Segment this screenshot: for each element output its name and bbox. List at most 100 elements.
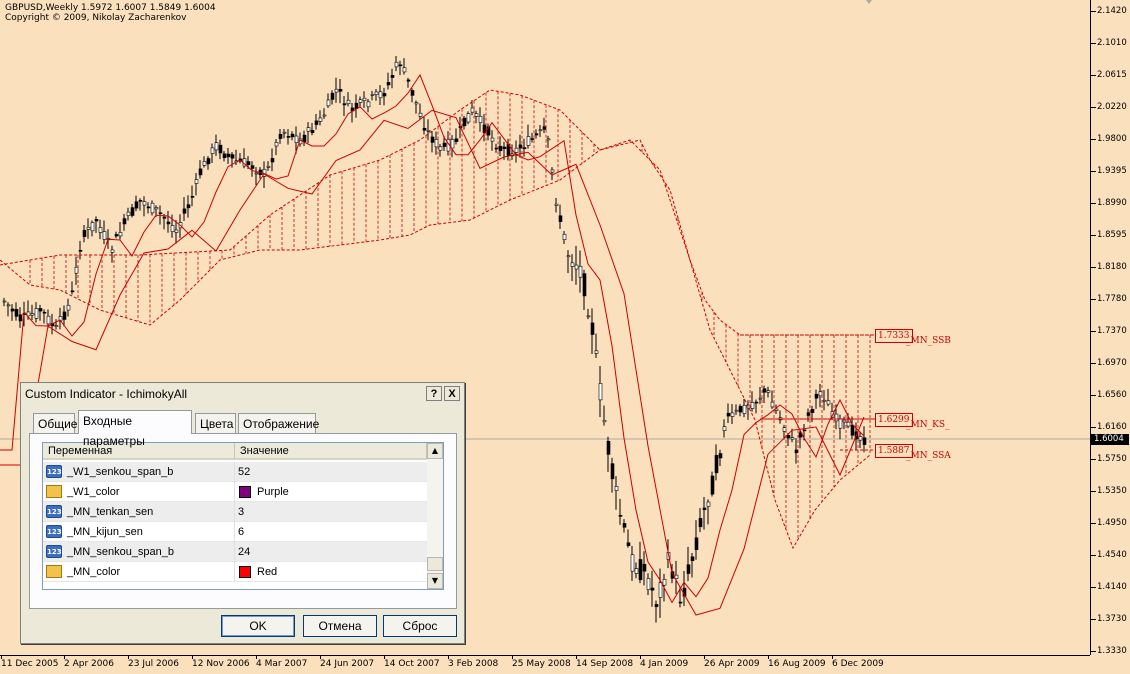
candle-body	[522, 147, 527, 149]
candle-body	[186, 204, 191, 209]
price-tick	[1091, 203, 1096, 204]
time-axis[interactable]: 11 Dec 2005 2 Apr 2006 23 Jul 2006 12 Nov 2…	[0, 655, 1090, 674]
time-tick-label: 16 Aug 2009	[768, 659, 826, 669]
candle-body	[34, 308, 39, 319]
candle-body	[42, 311, 47, 314]
candle-body	[714, 455, 719, 474]
candle-body	[770, 401, 775, 408]
reset-button[interactable]: Сброс	[383, 615, 457, 637]
candle-body	[762, 388, 767, 393]
candle-body	[10, 308, 15, 312]
tab-general[interactable]: Общие	[33, 413, 77, 433]
ok-button[interactable]: OK	[221, 615, 295, 637]
candle-body	[2, 300, 7, 303]
candle-body	[530, 138, 535, 140]
parameter-row[interactable]: _W1_color Purple	[43, 482, 427, 502]
price-tick	[1091, 395, 1096, 396]
candle-body	[686, 564, 691, 574]
cancel-button[interactable]: Отмена	[303, 615, 377, 637]
candle-body	[398, 64, 403, 67]
tab-input-parameters[interactable]: Входные параметры	[78, 410, 192, 448]
parameter-row[interactable]: 123 _MN_tenkan_sen 3	[43, 502, 427, 522]
time-tick-label: 2 Apr 2006	[64, 659, 114, 669]
candle-body	[38, 308, 43, 312]
candle-body	[826, 400, 831, 405]
parameter-row[interactable]: 123 _W1_senkou_span_b 52	[43, 462, 427, 482]
price-tick-label: 1.4140	[1097, 582, 1127, 592]
parameter-value[interactable]: 6	[238, 522, 244, 542]
color-swatch[interactable]	[239, 566, 251, 578]
candle-body	[606, 440, 611, 455]
candle-body	[842, 419, 847, 423]
candle-body	[402, 67, 407, 73]
candle-body	[694, 537, 699, 550]
candle-body	[302, 134, 307, 142]
candle-body	[114, 234, 119, 237]
candle-body	[602, 420, 607, 423]
parameter-name: _W1_color	[67, 486, 120, 498]
candle-body	[386, 82, 391, 86]
price-tick-label: 1.5350	[1097, 486, 1127, 496]
candle-body	[154, 207, 159, 210]
candle-body	[554, 203, 559, 206]
time-tick-label: 24 Jun 2007	[320, 659, 375, 669]
candle-body	[634, 568, 639, 574]
scroll-thumb[interactable]	[427, 557, 443, 571]
parameter-value[interactable]: Purple	[257, 482, 289, 502]
candle-body	[222, 153, 227, 159]
tab-colors[interactable]: Цвета	[195, 413, 236, 433]
parameter-value[interactable]: Red	[257, 562, 277, 582]
parameter-value[interactable]: 52	[238, 462, 250, 482]
candle-body	[78, 250, 83, 252]
scroll-marker-icon	[866, 0, 872, 4]
candle-body	[478, 116, 483, 124]
candle-body	[138, 200, 143, 202]
candle-body	[194, 179, 199, 184]
dialog-title[interactable]: Custom Indicator - IchimokyAll	[21, 383, 464, 405]
close-button[interactable]: X	[444, 386, 460, 401]
color-swatch[interactable]	[239, 486, 251, 498]
candle-body	[438, 146, 443, 151]
candle-body	[310, 130, 315, 134]
grid-scrollbar[interactable]: ▲ ▼	[427, 443, 443, 589]
candle-body	[162, 216, 167, 219]
price-tick	[1091, 651, 1096, 652]
candle-body	[270, 158, 275, 163]
parameter-row[interactable]: _MN_color Red	[43, 562, 427, 582]
color-param-icon	[46, 565, 62, 578]
candle-body	[614, 486, 619, 491]
tab-display[interactable]: Отображение	[238, 413, 319, 433]
candle-body	[374, 91, 379, 95]
numeric-param-icon: 123	[46, 505, 62, 518]
price-tick	[1091, 619, 1096, 620]
candle-body	[46, 315, 51, 325]
candle-body	[426, 129, 431, 132]
candle-body	[142, 201, 147, 206]
candle-body	[542, 126, 547, 130]
help-button[interactable]: ?	[426, 386, 442, 401]
column-divider	[234, 482, 235, 502]
candle-body	[578, 266, 583, 278]
parameter-value[interactable]: 3	[238, 502, 244, 522]
candle-body	[246, 161, 251, 165]
price-axis[interactable]: 2.1420 2.1010 2.0615 2.0220 1.9800 1.9395 1.89…	[1090, 0, 1130, 656]
price-tick	[1091, 139, 1096, 140]
candle-body	[618, 515, 623, 517]
candle-body	[538, 129, 543, 132]
parameter-row[interactable]: 123 _MN_kijun_sen 6	[43, 522, 427, 542]
candle-body	[130, 207, 135, 216]
scroll-down-icon[interactable]: ▼	[427, 573, 443, 589]
column-header-value[interactable]: Значение	[235, 443, 427, 460]
price-tick	[1091, 331, 1096, 332]
candle-body	[86, 226, 91, 230]
price-tick-label: 1.6160	[1097, 422, 1127, 432]
candle-body	[738, 406, 743, 413]
scroll-up-icon[interactable]: ▲	[427, 443, 443, 459]
numeric-param-icon: 123	[46, 545, 62, 558]
candle-body	[818, 391, 823, 397]
candle-body	[722, 426, 727, 431]
parameter-row[interactable]: 123 _MN_senkou_span_b 24	[43, 542, 427, 562]
candle-body	[806, 412, 811, 416]
parameter-value[interactable]: 24	[238, 542, 250, 562]
candle-body	[586, 315, 591, 318]
